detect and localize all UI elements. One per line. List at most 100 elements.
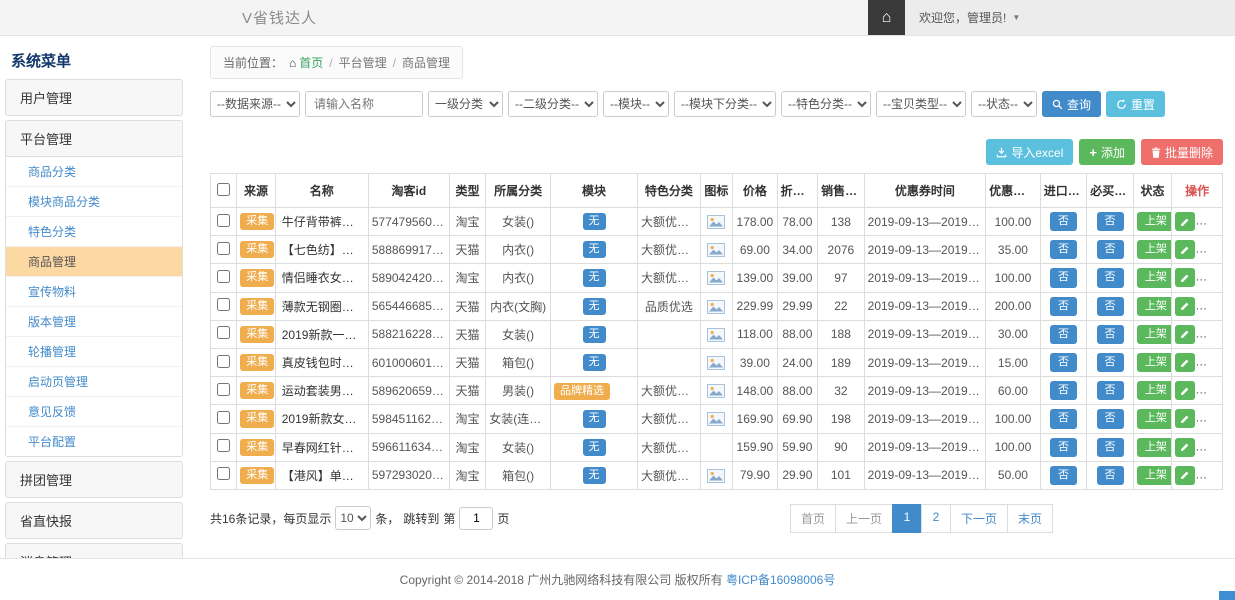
edit-button[interactable] [1175, 409, 1195, 428]
edit-button[interactable] [1175, 240, 1195, 259]
row-checkbox[interactable] [217, 242, 230, 255]
import-select-toggle[interactable]: 否 [1050, 381, 1077, 400]
row-checkbox[interactable] [217, 355, 230, 368]
status-toggle[interactable]: 上架 [1137, 268, 1172, 287]
status-toggle[interactable]: 上架 [1137, 297, 1172, 316]
pager-prev[interactable]: 上一页 [835, 504, 893, 533]
pager-page-2[interactable]: 2 [921, 504, 951, 533]
row-checkbox[interactable] [217, 467, 230, 480]
import-select-toggle[interactable]: 否 [1050, 466, 1077, 485]
pager-first[interactable]: 首页 [790, 504, 836, 533]
sidebar-section-header-platform[interactable]: 平台管理 [6, 121, 182, 156]
product-row: 采集【港风】单肩斜挎链条...597293020870淘宝箱包()无大额优惠券7… [211, 461, 1223, 489]
must-buy-toggle[interactable]: 否 [1097, 325, 1124, 344]
query-button[interactable]: 查询 [1042, 91, 1101, 117]
sidebar-section-header-user[interactable]: 用户管理 [6, 80, 182, 115]
import-select-toggle[interactable]: 否 [1050, 297, 1077, 316]
status-toggle[interactable]: 上架 [1137, 438, 1172, 457]
filter-select-data-source[interactable]: --数据来源-- [210, 91, 300, 117]
must-buy-toggle[interactable]: 否 [1097, 268, 1124, 287]
sidebar-item-feature-category[interactable]: 特色分类 [6, 217, 182, 247]
must-buy-toggle[interactable]: 否 [1097, 240, 1124, 259]
row-checkbox[interactable] [217, 383, 230, 396]
pager-last[interactable]: 末页 [1007, 504, 1053, 533]
import-select-toggle[interactable]: 否 [1050, 325, 1077, 344]
edit-button[interactable] [1175, 268, 1195, 287]
must-buy-toggle[interactable]: 否 [1097, 353, 1124, 372]
cell-type: 天猫 [449, 236, 485, 264]
filter-select-level2-category[interactable]: --二级分类-- [508, 91, 598, 117]
per-page-select[interactable]: 10 [335, 506, 371, 530]
must-buy-toggle[interactable]: 否 [1097, 438, 1124, 457]
sidebar-item-carousel-manage[interactable]: 轮播管理 [6, 337, 182, 367]
row-checkbox[interactable] [217, 214, 230, 227]
row-checkbox[interactable] [217, 270, 230, 283]
status-toggle[interactable]: 上架 [1137, 353, 1172, 372]
status-toggle[interactable]: 上架 [1137, 325, 1172, 344]
filter-select-status[interactable]: --状态-- [971, 91, 1037, 117]
sidebar-section-header-express-news[interactable]: 省直快报 [6, 503, 182, 538]
icp-link[interactable]: 粤ICP备16098006号 [726, 573, 835, 587]
user-dropdown[interactable]: 欢迎您，管理员! ▼ [905, 0, 1020, 35]
status-toggle[interactable]: 上架 [1137, 381, 1172, 400]
sidebar-item-goods-manage[interactable]: 商品管理 [6, 247, 182, 277]
must-buy-toggle[interactable]: 否 [1097, 381, 1124, 400]
sidebar-item-module-goods-category[interactable]: 模块商品分类 [6, 187, 182, 217]
breadcrumb-home-link[interactable]: ⌂ 首页 [289, 54, 323, 71]
edit-button[interactable] [1175, 438, 1195, 457]
column-header-ops: 操作 [1172, 174, 1223, 208]
must-buy-toggle[interactable]: 否 [1097, 212, 1124, 231]
pager-next[interactable]: 下一页 [950, 504, 1008, 533]
import-select-toggle[interactable]: 否 [1050, 268, 1077, 287]
sidebar-item-promo-material[interactable]: 宣传物料 [6, 277, 182, 307]
cell-module: 无 [550, 405, 637, 433]
row-checkbox[interactable] [217, 411, 230, 424]
reset-button[interactable]: 重置 [1106, 91, 1165, 117]
add-button[interactable]: + 添加 [1079, 139, 1135, 165]
status-toggle[interactable]: 上架 [1137, 212, 1172, 231]
must-buy-toggle[interactable]: 否 [1097, 297, 1124, 316]
page-number-input[interactable] [459, 507, 493, 530]
filter-select-item-type[interactable]: --宝贝类型-- [876, 91, 966, 117]
filter-select-module[interactable]: --模块-- [603, 91, 669, 117]
filter-select-level1-category[interactable]: 一级分类 [428, 91, 503, 117]
batch-delete-button[interactable]: 批量删除 [1141, 139, 1223, 165]
cell-taoke-id: 589042420344 [368, 264, 449, 292]
edit-button[interactable] [1175, 297, 1195, 316]
status-toggle[interactable]: 上架 [1137, 409, 1172, 428]
source-badge: 采集 [240, 269, 274, 286]
import-select-toggle[interactable]: 否 [1050, 409, 1077, 428]
import-select-toggle[interactable]: 否 [1050, 438, 1077, 457]
cell-module: 无 [550, 292, 637, 320]
import-excel-button[interactable]: 导入excel [986, 139, 1073, 165]
edit-button[interactable] [1175, 325, 1195, 344]
import-select-toggle[interactable]: 否 [1050, 212, 1077, 231]
row-checkbox[interactable] [217, 326, 230, 339]
home-button[interactable]: ⌂ [868, 0, 905, 35]
must-buy-toggle[interactable]: 否 [1097, 409, 1124, 428]
sidebar-item-version-manage[interactable]: 版本管理 [6, 307, 182, 337]
edit-button[interactable] [1175, 212, 1195, 231]
sidebar-item-goods-category[interactable]: 商品分类 [6, 157, 182, 187]
row-checkbox[interactable] [217, 439, 230, 452]
filter-select-module-sub[interactable]: --模块下分类-- [674, 91, 776, 117]
edit-button[interactable] [1175, 353, 1195, 372]
select-all-checkbox[interactable] [217, 183, 230, 196]
status-toggle[interactable]: 上架 [1137, 240, 1172, 259]
edit-button[interactable] [1175, 466, 1195, 485]
filter-select-feature-category[interactable]: --特色分类-- [781, 91, 871, 117]
sidebar-item-feedback[interactable]: 意见反馈 [6, 397, 182, 427]
sidebar-item-platform-config[interactable]: 平台配置 [6, 427, 182, 456]
sidebar-section-header-group-buy[interactable]: 拼团管理 [6, 462, 182, 497]
pager-page-1[interactable]: 1 [892, 504, 922, 533]
import-select-toggle[interactable]: 否 [1050, 353, 1077, 372]
edit-button[interactable] [1175, 381, 1195, 400]
cell-source: 采集 [237, 405, 275, 433]
filter-input-name-search[interactable] [305, 91, 423, 117]
status-toggle[interactable]: 上架 [1137, 466, 1172, 485]
row-checkbox[interactable] [217, 298, 230, 311]
import-select-toggle[interactable]: 否 [1050, 240, 1077, 259]
sidebar-item-splash-manage[interactable]: 启动页管理 [6, 367, 182, 397]
cell-feature: 大额优惠券 [638, 433, 701, 461]
must-buy-toggle[interactable]: 否 [1097, 466, 1124, 485]
